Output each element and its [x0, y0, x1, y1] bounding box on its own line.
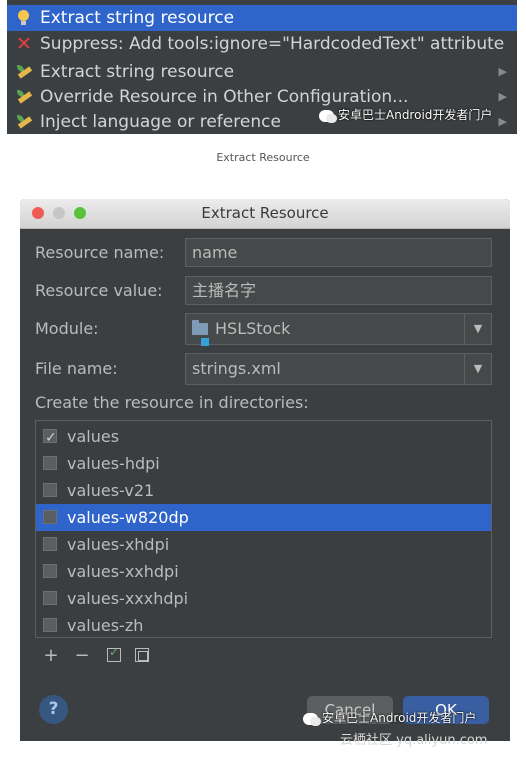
resource-name-input[interactable]: name: [185, 238, 492, 267]
dialog-title: Extract Resource: [201, 204, 329, 222]
directory-name: values-xxxhdpi: [67, 589, 189, 608]
list-item[interactable]: values-hdpi: [36, 450, 491, 477]
list-item[interactable]: ✓ values: [36, 423, 491, 450]
resource-name-label: Resource name:: [35, 243, 165, 262]
dialog-titlebar: Extract Resource: [20, 199, 510, 229]
list-toolbar: + − ✓: [35, 642, 492, 672]
file-name-label: File name:: [35, 359, 118, 378]
file-name-select-value: strings.xml: [192, 359, 281, 378]
dialog-watermark-text: 安卓巴士Android开发者门户: [322, 711, 477, 725]
popup-item-label: Extract string resource: [40, 8, 235, 28]
directories-label: Create the resource in directories:: [35, 393, 309, 412]
file-name-select[interactable]: strings.xml ▼: [185, 353, 492, 385]
add-icon[interactable]: +: [41, 646, 61, 666]
red-x-icon: ✕: [16, 33, 32, 55]
intention-actions-popup: Extract string resource ✕ Suppress: Add …: [7, 0, 517, 134]
checkbox[interactable]: [43, 618, 57, 632]
directory-name: values-hdpi: [67, 454, 160, 473]
wechat-icon: [303, 712, 321, 726]
unselect-all-icon[interactable]: [135, 648, 149, 662]
chevron-down-icon[interactable]: ▼: [464, 314, 491, 344]
list-item[interactable]: values-xxhdpi: [36, 558, 491, 585]
image-caption: Extract Resource: [216, 151, 310, 164]
module-select-value: HSLStock: [215, 319, 291, 338]
popup-watermark-text: 安卓巴士Android开发者门户: [338, 108, 493, 122]
resource-value-label: Resource value:: [35, 281, 163, 300]
wechat-icon: [319, 109, 337, 123]
list-item[interactable]: values-v21: [36, 477, 491, 504]
checkbox[interactable]: [43, 483, 57, 497]
directories-list[interactable]: ✓ values values-hdpi values-v21 values-w…: [35, 420, 492, 638]
help-button[interactable]: ?: [39, 695, 68, 724]
chevron-down-icon[interactable]: ▼: [464, 354, 491, 384]
popup-item-label: Extract string resource: [40, 62, 235, 82]
checkbox[interactable]: [43, 564, 57, 578]
list-item[interactable]: values-xxxhdpi: [36, 585, 491, 612]
footer-watermark: 云栖社区 yq.aliyun.com: [340, 733, 488, 748]
popup-item-extract-string-resource-submenu[interactable]: Extract string resource ▶: [7, 59, 517, 85]
directory-name: values-xxhdpi: [67, 562, 179, 581]
checkbox[interactable]: [43, 591, 57, 605]
remove-icon[interactable]: −: [72, 646, 92, 666]
pencil-icon: [15, 59, 33, 85]
module-folder-icon: [192, 320, 209, 346]
checkbox[interactable]: [43, 510, 57, 524]
dialog-watermark: 安卓巴士Android开发者门户: [303, 709, 476, 726]
list-item-selected[interactable]: values-w820dp: [36, 504, 491, 531]
directory-name: values-zh: [67, 616, 144, 635]
lightbulb-icon: [15, 5, 33, 31]
submenu-arrow-icon: ▶: [498, 90, 507, 103]
popup-item-label: Suppress: Add tools:ignore="HardcodedTex…: [40, 34, 505, 54]
select-all-icon[interactable]: ✓: [107, 645, 121, 662]
pencil-icon: [15, 109, 33, 134]
submenu-arrow-icon: ▶: [498, 65, 507, 78]
popup-item-extract-string-resource[interactable]: Extract string resource: [7, 5, 517, 31]
checkbox[interactable]: [43, 537, 57, 551]
checkbox[interactable]: [43, 456, 57, 470]
module-select[interactable]: HSLStock ▼: [185, 313, 492, 346]
resource-value-input[interactable]: 主播名字: [185, 276, 492, 305]
directory-name: values: [67, 427, 120, 446]
checkbox-checked[interactable]: ✓: [43, 429, 57, 446]
popup-watermark: 安卓巴士Android开发者门户: [319, 106, 492, 123]
directory-name: values-w820dp: [67, 508, 189, 527]
pencil-icon: [15, 84, 33, 110]
popup-item-label: Inject language or reference: [40, 112, 281, 132]
directory-name: values-xhdpi: [67, 535, 170, 554]
list-item[interactable]: values-zh: [36, 612, 491, 637]
directory-name: values-v21: [67, 481, 155, 500]
module-label: Module:: [35, 319, 99, 338]
extract-resource-dialog: Extract Resource Resource name: name Res…: [20, 199, 510, 741]
popup-item-suppress-hardcoded-text[interactable]: ✕ Suppress: Add tools:ignore="HardcodedT…: [7, 31, 517, 57]
submenu-arrow-icon: ▶: [498, 115, 507, 128]
list-item[interactable]: values-xhdpi: [36, 531, 491, 558]
